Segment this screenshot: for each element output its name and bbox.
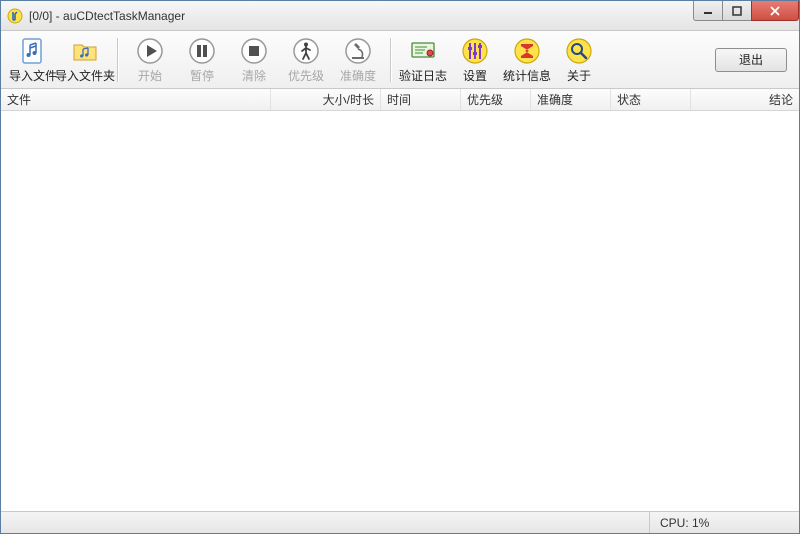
about-button[interactable]: 关于: [553, 34, 605, 86]
minimize-icon: [703, 6, 713, 16]
column-file[interactable]: 文件: [1, 89, 271, 110]
pause-icon: [187, 36, 217, 66]
file-music-icon: [18, 36, 48, 66]
window-title: [0/0] - auCDtectTaskManager: [29, 9, 185, 23]
sliders-icon: [460, 36, 490, 66]
toolbar-separator: [117, 38, 118, 82]
app-window: [0/0] - auCDtectTaskManager: [0, 0, 800, 534]
toolbar-separator: [390, 38, 391, 82]
priority-button[interactable]: 优先级: [280, 34, 332, 86]
pause-button[interactable]: 暂停: [176, 34, 228, 86]
status-cpu: CPU: 1%: [649, 512, 799, 533]
play-icon: [135, 36, 165, 66]
maximize-icon: [732, 6, 742, 16]
close-icon: [769, 6, 781, 16]
stop-icon: [239, 36, 269, 66]
exit-button[interactable]: 退出: [715, 48, 787, 72]
accuracy-button[interactable]: 准确度: [332, 34, 384, 86]
microscope-icon: [343, 36, 373, 66]
column-accuracy[interactable]: 准确度: [531, 89, 611, 110]
column-priority[interactable]: 优先级: [461, 89, 531, 110]
toolbar: 导入文件 导入文件夹: [1, 31, 799, 89]
titlebar: [0/0] - auCDtectTaskManager: [1, 1, 799, 31]
folder-music-icon: [70, 36, 100, 66]
import-file-button[interactable]: 导入文件: [7, 34, 59, 86]
column-status[interactable]: 状态: [611, 89, 691, 110]
settings-button[interactable]: 设置: [449, 34, 501, 86]
import-folder-button[interactable]: 导入文件夹: [59, 34, 111, 86]
column-time[interactable]: 时间: [381, 89, 461, 110]
sigma-icon: [512, 36, 542, 66]
column-result[interactable]: 结论: [691, 89, 799, 110]
list-header: 文件 大小/时长 时间 优先级 准确度 状态 结论: [1, 89, 799, 111]
maximize-button[interactable]: [722, 1, 752, 21]
window-controls: [694, 1, 799, 21]
list-body[interactable]: [1, 111, 799, 511]
certificate-icon: [408, 36, 438, 66]
start-button[interactable]: 开始: [124, 34, 176, 86]
clear-button[interactable]: 清除: [228, 34, 280, 86]
stats-button[interactable]: 统计信息: [501, 34, 553, 86]
verify-log-button[interactable]: 验证日志: [397, 34, 449, 86]
person-walk-icon: [291, 36, 321, 66]
minimize-button[interactable]: [693, 1, 723, 21]
close-button[interactable]: [751, 1, 799, 21]
statusbar: CPU: 1%: [1, 511, 799, 533]
column-size-duration[interactable]: 大小/时长: [271, 89, 381, 110]
app-icon: [7, 8, 23, 24]
magnifier-icon: [564, 36, 594, 66]
